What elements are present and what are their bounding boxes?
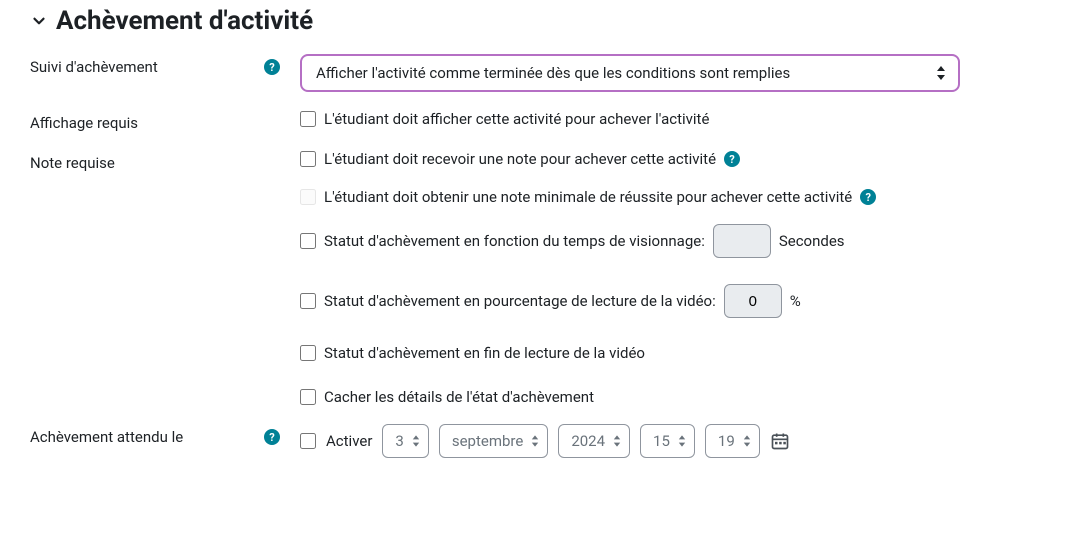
help-icon[interactable]: ?: [860, 189, 876, 205]
checkbox-endvideo[interactable]: [300, 345, 316, 361]
opt-watchtime-label: Statut d'achèvement en fonction du temps…: [324, 232, 705, 250]
checkbox-hidedetails[interactable]: [300, 389, 316, 405]
input-watchtime-seconds[interactable]: [713, 224, 771, 258]
checkbox-passing-grade: [300, 189, 316, 205]
chevron-down-icon: [30, 12, 48, 30]
section-header[interactable]: Achèvement d'activité: [30, 6, 1061, 36]
help-icon[interactable]: ?: [264, 429, 280, 445]
label-expected: Achèvement attendu le: [30, 428, 183, 446]
unit-seconds: Secondes: [779, 232, 845, 250]
opt-percent-label: Statut d'achèvement en pourcentage de le…: [324, 292, 716, 310]
label-view-required: Affichage requis: [30, 114, 138, 132]
help-icon[interactable]: ?: [724, 151, 740, 167]
select-day: 3: [382, 424, 428, 458]
input-percent[interactable]: [724, 284, 782, 318]
select-month: septembre: [439, 424, 548, 458]
label-tracking: Suivi d'achèvement: [30, 58, 158, 76]
section-title: Achèvement d'activité: [56, 6, 313, 36]
select-year: 2024: [558, 424, 630, 458]
opt-view-text: L'étudiant doit afficher cette activité …: [324, 110, 709, 128]
checkbox-enable-expected[interactable]: [300, 433, 316, 449]
tracking-selected-value: Afficher l'activité comme terminée dès q…: [316, 64, 790, 82]
checkbox-grade-required[interactable]: [300, 151, 316, 167]
checkbox-watchtime[interactable]: [300, 233, 316, 249]
checkbox-view-required[interactable]: [300, 111, 316, 127]
select-caret-icon: [412, 435, 420, 447]
select-minute: 19: [705, 424, 760, 458]
select-hour: 15: [640, 424, 695, 458]
checkbox-percent[interactable]: [300, 293, 316, 309]
completion-tracking-select[interactable]: Afficher l'activité comme terminée dès q…: [300, 54, 960, 92]
opt-hidedetails-text: Cacher les détails de l'état d'achèvemen…: [324, 388, 594, 406]
unit-percent: %: [790, 292, 801, 310]
opt-grade-text: L'étudiant doit recevoir une note pour a…: [324, 150, 716, 168]
select-caret-icon: [613, 435, 621, 447]
select-caret-icon: [531, 435, 539, 447]
help-icon[interactable]: ?: [264, 59, 280, 75]
enable-label: Activer: [326, 432, 372, 450]
opt-endvideo-text: Statut d'achèvement en fin de lecture de…: [324, 344, 645, 362]
select-caret-icon: [678, 435, 686, 447]
opt-passing-text: L'étudiant doit obtenir une note minimal…: [324, 188, 852, 206]
select-caret-icon: [743, 435, 751, 447]
label-grade-required: Note requise: [30, 154, 115, 172]
select-caret-icon: [936, 66, 946, 80]
calendar-icon[interactable]: [770, 431, 790, 451]
